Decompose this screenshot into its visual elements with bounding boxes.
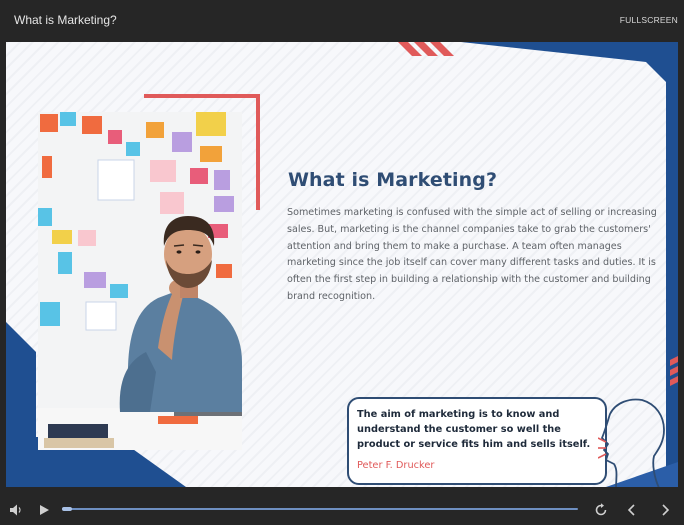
fullscreen-button[interactable]: FULLSCREEN xyxy=(620,15,678,25)
previous-icon[interactable] xyxy=(626,503,638,517)
player-controls xyxy=(0,487,684,525)
man-thinking-photo xyxy=(38,112,242,450)
top-bar: What is Marketing? FULLSCREEN xyxy=(0,0,684,42)
window-title: What is Marketing? xyxy=(14,13,117,27)
replay-icon[interactable] xyxy=(594,503,608,517)
progress-bar[interactable] xyxy=(62,507,578,511)
slide: What is Marketing? Sometimes marketing i… xyxy=(6,42,678,487)
profile-head-icon xyxy=(598,398,665,487)
slide-title: What is Marketing? xyxy=(288,169,498,191)
quote-author: Peter F. Drucker xyxy=(357,460,435,471)
progress-fill xyxy=(62,507,73,511)
quote-text: The aim of marketing is to know and unde… xyxy=(357,409,591,450)
next-icon[interactable] xyxy=(659,503,671,517)
play-icon[interactable] xyxy=(38,504,50,516)
slide-body-text: Sometimes marketing is confused with the… xyxy=(287,207,657,302)
volume-icon[interactable] xyxy=(9,503,23,517)
